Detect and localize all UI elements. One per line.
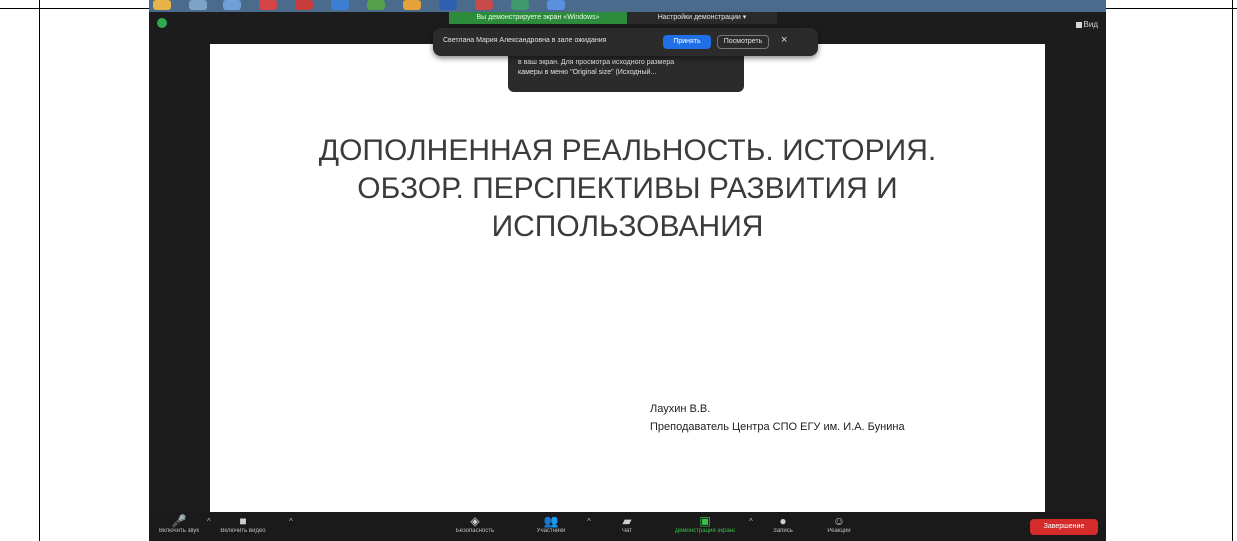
table-border-left [39,0,40,541]
participants-button[interactable]: 👥 Участники [521,514,581,534]
app-icon[interactable] [367,0,385,10]
meeting-toolbar: 🎤 Включить звук ^ ■ Включить видео ^ ◈ Б… [149,512,1106,541]
share-screen-button[interactable]: ▣ Демонстрация экрана [675,514,735,534]
end-meeting-button[interactable]: Завершение [1030,519,1098,535]
tooltip-line: камеры в меню "Original size" (Исходный.… [518,69,657,76]
share-settings-button[interactable]: Настройки демонстрации ▾ [627,12,777,24]
view-button[interactable]: Вид [1075,20,1098,29]
app-icon[interactable] [153,0,171,10]
view-waiting-button[interactable]: Посмотреть [717,35,769,49]
slide-title-line: ИСПОЛЬЗОВАНИЯ [491,210,764,243]
chevron-up-icon[interactable]: ^ [587,517,591,526]
shield-icon: ◈ [470,514,480,528]
app-icon[interactable] [331,0,349,10]
app-icon[interactable] [547,0,565,10]
microphone-icon: 🎤 [171,514,187,528]
video-icon: ■ [239,514,247,528]
app-icon[interactable] [189,0,207,10]
slide-title-line: ДОПОЛНЕННАЯ РЕАЛЬНОСТЬ. ИСТОРИЯ. [318,134,937,167]
author-role: Преподаватель Центра СПО ЕГУ им. И.А. Бу… [650,421,905,433]
author-name: Лаухин В.В. [650,403,711,415]
reactions-button[interactable]: ☺ Реакции [809,514,869,534]
app-icon[interactable] [403,0,421,10]
presentation-slide: ДОПОЛНЕННАЯ РЕАЛЬНОСТЬ. ИСТОРИЯ. ОБЗОР. … [210,44,1045,512]
waiting-room-notification: Светлана Мария Александровна в зале ожид… [433,28,818,56]
reactions-icon: ☺ [832,514,846,528]
view-label: Вид [1083,20,1098,29]
toolbar-label: Запись [773,528,793,534]
admit-button[interactable]: Принять [663,35,711,49]
security-shield-icon[interactable] [157,18,167,28]
zoom-screenshot: Вы демонстрируете экран «Windows» Настро… [149,0,1106,541]
chat-icon: ▰ [622,514,632,528]
chat-button[interactable]: ▰ Чат [597,514,657,534]
chevron-up-icon[interactable]: ^ [207,517,211,526]
app-icon[interactable] [295,0,313,10]
toolbar-label: Включить видео [220,528,266,534]
notification-text: Светлана Мария Александровна в зале ожид… [443,37,607,44]
chevron-up-icon[interactable]: ^ [289,517,293,526]
slide-author: Лаухин В.В. Преподаватель Центра СПО ЕГУ… [650,400,905,436]
grid-icon [1075,21,1082,28]
participants-icon: 👥 [543,514,559,528]
slide-title-line: ОБЗОР. ПЕРСПЕКТИВЫ РАЗВИТИЯ И [357,172,898,205]
app-icon[interactable] [259,0,277,10]
tooltip-popup: в ваш экран. Для просмотра исходного раз… [508,50,744,92]
record-icon: ● [779,514,787,528]
table-border-right [1232,0,1233,541]
share-status-banner: Вы демонстрируете экран «Windows» [449,12,627,24]
mute-button[interactable]: 🎤 Включить звук [149,514,209,534]
slide-title: ДОПОЛНЕННАЯ РЕАЛЬНОСТЬ. ИСТОРИЯ. ОБЗОР. … [210,132,1045,246]
video-button[interactable]: ■ Включить видео [213,514,273,534]
toolbar-label: Демонстрация экрана [675,528,735,534]
tooltip-line: в ваш экран. Для просмотра исходного раз… [518,59,675,66]
share-screen-icon: ▣ [699,514,711,528]
app-icon[interactable] [223,0,241,10]
toolbar-label: Безопасность [455,528,495,534]
app-icon[interactable] [475,0,493,10]
toolbar-label: Чат [622,528,632,534]
security-button[interactable]: ◈ Безопасность [445,514,505,534]
record-button[interactable]: ● Запись [753,514,813,534]
toolbar-label: Участники [536,528,566,534]
app-icon[interactable] [439,0,457,10]
close-icon[interactable]: × [781,34,787,46]
app-icon[interactable] [511,0,529,10]
toolbar-label: Реакции [827,528,851,534]
toolbar-label: Включить звук [158,528,199,534]
windows-taskbar [149,0,1106,12]
